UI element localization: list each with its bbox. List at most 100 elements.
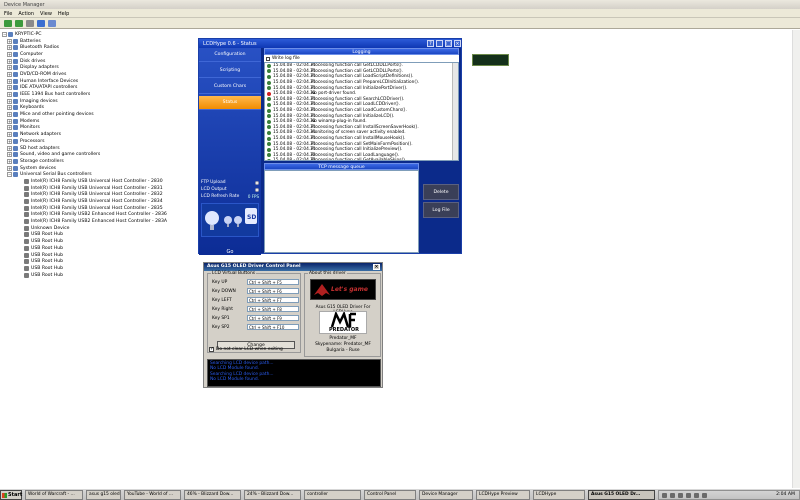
expand-icon[interactable]: + — [7, 65, 12, 71]
key-down-field[interactable]: Ctrl + Shift + F6 — [247, 288, 299, 294]
tree-category[interactable]: + DVD/CD-ROM drives — [2, 71, 198, 78]
menu-action[interactable]: Action — [18, 11, 34, 17]
taskbar-button[interactable]: asus g15 oled displa... — [86, 490, 121, 500]
taskbar-button[interactable]: controller — [304, 490, 361, 500]
vertical-scrollbar[interactable] — [792, 30, 800, 488]
tree-category[interactable]: + IEEE 1394 Bus host controllers — [2, 91, 198, 98]
usb-device-item[interactable]: USB Root Hub — [2, 258, 198, 265]
tree-category[interactable]: + Monitors — [2, 125, 198, 132]
go-button[interactable]: Go — [199, 249, 261, 258]
expand-icon[interactable]: + — [7, 112, 12, 118]
menu-help[interactable]: Help — [58, 11, 69, 17]
tray-app-icon[interactable] — [702, 492, 707, 498]
tree-category[interactable]: − Universal Serial Bus controllers — [2, 171, 198, 178]
network-icon[interactable] — [662, 492, 667, 498]
usb-device-item[interactable]: Intel(R) ICH8 Family USB Universal Host … — [2, 178, 198, 185]
lcd-preview-widget[interactable] — [472, 54, 509, 66]
key-left-field[interactable]: Ctrl + Shift + F7 — [247, 297, 299, 303]
tree-category[interactable]: + Keyboards — [2, 105, 198, 112]
volume-icon[interactable] — [670, 492, 675, 498]
collapse-icon[interactable]: − — [7, 172, 12, 178]
nav-status[interactable]: Status — [199, 96, 261, 110]
expand-icon[interactable]: + — [7, 152, 12, 158]
start-button[interactable]: Start — [0, 490, 22, 500]
usb-device-item[interactable]: USB Root Hub — [2, 245, 198, 252]
expand-icon[interactable]: + — [7, 51, 12, 57]
taskbar-button[interactable]: LCDHype — [533, 490, 585, 500]
expand-icon[interactable]: + — [7, 92, 12, 98]
collapse-icon[interactable]: − — [2, 31, 7, 37]
taskbar-button[interactable]: Device Manager — [419, 490, 473, 500]
tree-category[interactable]: + Bluetooth Radios — [2, 44, 198, 51]
taskbar-button[interactable]: World of Warcraft - ... — [25, 490, 83, 500]
usb-device-item[interactable]: USB Root Hub — [2, 232, 198, 239]
expand-icon[interactable]: + — [7, 78, 12, 84]
back-icon[interactable] — [4, 20, 12, 27]
nav-configuration[interactable]: Configuration — [199, 48, 261, 62]
usb-device-item[interactable]: Intel(R) ICH8 Family USB Universal Host … — [2, 192, 198, 199]
log-entry[interactable]: 15.04.08 - 02:04.32 Processing function c… — [265, 158, 458, 160]
expand-icon[interactable]: + — [7, 138, 12, 144]
log-scrollbar[interactable] — [452, 63, 458, 160]
ftp-upload-radio[interactable] — [255, 180, 259, 185]
tcp-message-list[interactable] — [264, 170, 419, 253]
expand-icon[interactable]: + — [7, 58, 12, 64]
menu-view[interactable]: View — [40, 11, 52, 17]
option-lcd-output[interactable]: LCD Output — [199, 186, 261, 193]
usb-device-item[interactable]: Intel(R) ICH8 Family USB2 Enhanced Host … — [2, 212, 198, 219]
maximize-icon[interactable]: □ — [445, 40, 452, 47]
lcd-output-radio[interactable] — [255, 187, 259, 192]
minimize-icon[interactable]: _ — [436, 40, 443, 47]
taskbar-button[interactable]: 46% - Blizzard Dow... — [184, 490, 241, 500]
tree-category[interactable]: + Modems — [2, 118, 198, 125]
scan-hardware-icon[interactable] — [48, 20, 56, 27]
expand-icon[interactable]: + — [7, 98, 12, 104]
clock[interactable]: 2:04 AM — [776, 492, 795, 497]
tree-category[interactable]: + Display adapters — [2, 64, 198, 71]
help-icon[interactable]: ? — [427, 40, 434, 47]
tree-category[interactable]: + System devices — [2, 165, 198, 172]
properties-icon[interactable] — [26, 20, 34, 27]
option-ftp-upload[interactable]: FTP Upload — [199, 179, 261, 186]
tree-category[interactable]: + Network adapters — [2, 131, 198, 138]
tree-category[interactable]: + Disk drives — [2, 58, 198, 65]
delete-button[interactable]: Delete — [423, 184, 459, 200]
write-log-checkbox-row[interactable]: Write log file — [264, 55, 459, 62]
security-icon[interactable] — [694, 492, 699, 498]
dont-clear-checkbox-row[interactable]: Do not clear LCD when exiting — [209, 346, 283, 352]
taskbar-button[interactable]: YouTube - World of ... — [124, 490, 181, 500]
expand-icon[interactable]: + — [7, 132, 12, 138]
tree-category[interactable]: + Computer — [2, 51, 198, 58]
taskbar-button[interactable]: 24% - Blizzard Dow... — [244, 490, 301, 500]
usb-device-item[interactable]: USB Root Hub — [2, 272, 198, 279]
tree-category[interactable]: + Processors — [2, 138, 198, 145]
expand-icon[interactable]: + — [7, 158, 12, 164]
usb-device-item[interactable]: Intel(R) ICH8 Family USB Universal Host … — [2, 205, 198, 212]
dont-clear-checkbox[interactable] — [209, 346, 214, 352]
taskbar-button[interactable]: LCDHype Preview — [476, 490, 530, 500]
usb-device-item[interactable]: USB Root Hub — [2, 265, 198, 272]
forward-icon[interactable] — [15, 20, 23, 27]
log-file-button[interactable]: Log File — [423, 202, 459, 218]
close-icon[interactable]: × — [373, 264, 380, 270]
usb-device-item[interactable]: Unknown Device — [2, 225, 198, 232]
expand-icon[interactable]: + — [7, 45, 12, 51]
nav-custom-chars[interactable]: Custom Chars — [199, 80, 261, 94]
expand-icon[interactable]: + — [7, 71, 12, 77]
key-sp2-field[interactable]: Ctrl + Shift + F10 — [247, 324, 299, 330]
taskbar-button[interactable]: Asus G15 OLED Dr... — [588, 490, 655, 500]
help-icon[interactable] — [37, 20, 45, 27]
tree-category[interactable]: + Batteries — [2, 38, 198, 45]
bluetooth-icon[interactable] — [686, 492, 691, 498]
tree-category[interactable]: + SD host adapters — [2, 145, 198, 152]
write-log-checkbox[interactable] — [266, 56, 270, 61]
tree-category[interactable]: + Sound, video and game controllers — [2, 151, 198, 158]
expand-icon[interactable]: + — [7, 105, 12, 111]
battery-icon[interactable] — [678, 492, 683, 498]
tree-category[interactable]: + Mice and other pointing devices — [2, 111, 198, 118]
usb-device-item[interactable]: Intel(R) ICH8 Family USB Universal Host … — [2, 198, 198, 205]
tree-category[interactable]: + Human Interface Devices — [2, 78, 198, 85]
key-right-field[interactable]: Ctrl + Shift + F8 — [247, 306, 299, 312]
expand-icon[interactable]: + — [7, 165, 12, 171]
expand-icon[interactable]: + — [7, 145, 12, 151]
